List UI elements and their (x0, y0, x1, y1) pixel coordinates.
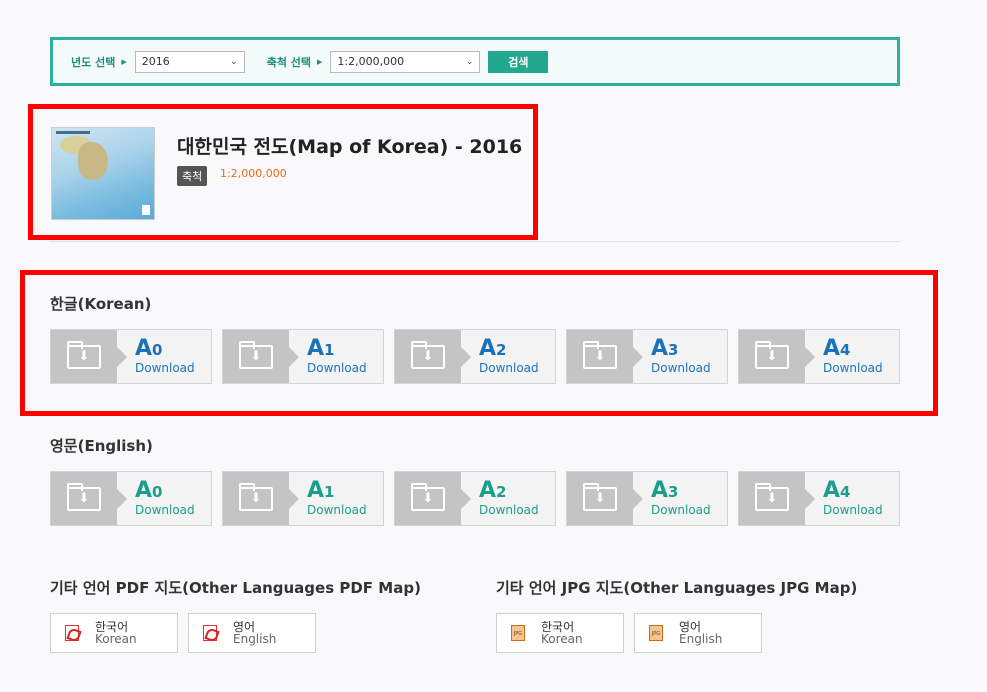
year-select-value: 2016 (141, 55, 170, 68)
pdf-icon (65, 625, 79, 641)
pdf-icon (203, 625, 217, 641)
download-english-a2-button[interactable]: ⬇ A2 Download (394, 471, 556, 526)
triangle-right-icon: ▶ (317, 57, 323, 66)
download-english-a0-button[interactable]: ⬇ A0 Download (50, 471, 212, 526)
folder-download-icon: ⬇ (583, 482, 617, 511)
korean-section-title: 한글(Korean) (50, 295, 152, 313)
jpg-icon (511, 625, 525, 641)
scale-select[interactable]: 1:2,000,000 ⌄ (330, 50, 481, 73)
scale-select-value: 1:2,000,000 (337, 55, 405, 68)
scale-value: 1:2,000,000 (220, 167, 287, 180)
jpg-english-button[interactable]: 영어English (634, 613, 762, 653)
other-pdf-title: 기타 언어 PDF 지도(Other Languages PDF Map) (50, 579, 421, 597)
filter-bar: 년도 선택 ▶ 2016 ⌄ 축척 선택 ▶ 1:2,000,000 ⌄ 검색 (50, 37, 900, 86)
search-button[interactable]: 검색 (488, 50, 549, 73)
folder-download-icon: ⬇ (411, 340, 445, 369)
english-section-title: 영문(English) (50, 437, 153, 455)
download-korean-a3-button[interactable]: ⬇ A3 Download (566, 329, 728, 384)
folder-download-icon: ⬇ (755, 482, 789, 511)
scale-select-label: 축척 선택 ▶ (267, 54, 323, 70)
download-korean-a1-button[interactable]: ⬇ A1 Download (222, 329, 384, 384)
chevron-down-icon: ⌄ (465, 56, 474, 67)
english-download-row: ⬇ A0 Download ⬇ A1 Download ⬇ A2 Download ⬇… (50, 471, 900, 526)
map-title: 대한민국 전도(Map of Korea) - 2016 (177, 136, 523, 158)
jpg-icon (649, 625, 663, 641)
folder-download-icon: ⬇ (583, 340, 617, 369)
chevron-down-icon: ⌄ (230, 56, 238, 67)
other-jpg-title: 기타 언어 JPG 지도(Other Languages JPG Map) (496, 579, 858, 597)
pdf-english-button[interactable]: 영어 English (188, 613, 316, 653)
folder-download-icon: ⬇ (755, 340, 789, 369)
download-korean-a2-button[interactable]: ⬇ A2 Download (394, 329, 556, 384)
jpg-korean-button[interactable]: 한국어Korean (496, 613, 624, 653)
download-english-a1-button[interactable]: ⬇ A1 Download (222, 471, 384, 526)
download-english-a4-button[interactable]: ⬇ A4 Download (738, 471, 900, 526)
map-thumbnail[interactable] (51, 127, 155, 220)
folder-download-icon: ⬇ (67, 340, 101, 369)
download-korean-a4-button[interactable]: ⬇ A4 Download (738, 329, 900, 384)
folder-download-icon: ⬇ (239, 340, 273, 369)
scale-badge: 축척 (177, 166, 208, 186)
folder-download-icon: ⬇ (67, 482, 101, 511)
pdf-korean-button[interactable]: 한국어 Korean (50, 613, 178, 653)
divider (50, 241, 900, 242)
download-english-a3-button[interactable]: ⬇ A3 Download (566, 471, 728, 526)
year-label-text: 년도 선택 (71, 55, 116, 69)
download-korean-a0-button[interactable]: ⬇ A0 Download (50, 329, 212, 384)
korean-download-row: ⬇ A0 Download ⬇ A1 Download ⬇ A2 Download ⬇… (50, 329, 900, 384)
year-select[interactable]: 2016 ⌄ (134, 50, 245, 73)
scale-label-text: 축척 선택 (266, 55, 312, 69)
triangle-right-icon: ▶ (121, 57, 127, 66)
folder-download-icon: ⬇ (239, 482, 273, 511)
folder-download-icon: ⬇ (411, 482, 445, 511)
year-select-label: 년도 선택 ▶ (71, 54, 127, 70)
